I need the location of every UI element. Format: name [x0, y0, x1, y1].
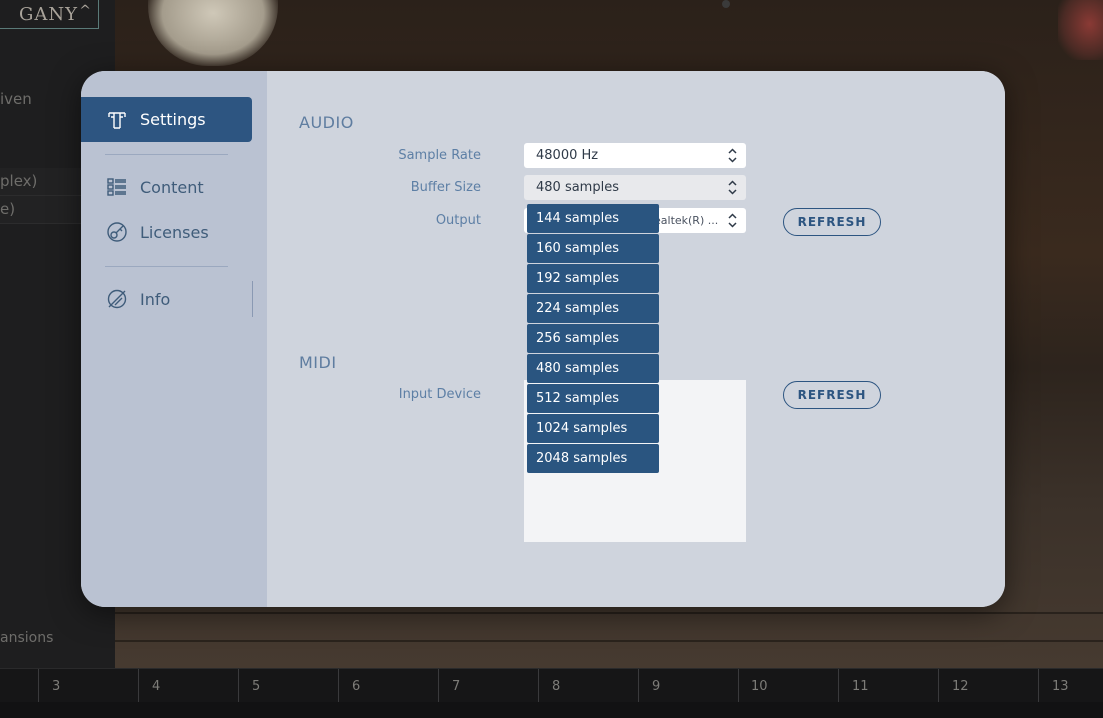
sidebar-item-info[interactable]: Info: [106, 288, 170, 310]
dropdown-option[interactable]: 192 samples: [527, 264, 659, 293]
background-list-text: iven: [0, 90, 32, 108]
timeline-tick: [338, 669, 339, 703]
timeline-label: 12: [952, 679, 969, 694]
updown-chevron-icon: [728, 148, 737, 163]
chevron-up-icon: ^: [79, 3, 92, 19]
buffer-size-label: Buffer Size: [410, 180, 481, 195]
timeline-label: 5: [252, 679, 261, 694]
timeline-tick: [1038, 669, 1039, 703]
timeline-label: 9: [652, 679, 661, 694]
sidebar-item-settings[interactable]: Settings: [81, 97, 252, 142]
timeline-tick: [538, 669, 539, 703]
dropdown-option[interactable]: 2048 samples: [527, 444, 659, 473]
midi-section-title: MIDI: [299, 353, 337, 372]
sample-rate-select[interactable]: 48000 Hz: [524, 143, 746, 168]
output-value: ealtek(R) ...: [654, 214, 719, 227]
buffer-size-value: 480 samples: [536, 180, 619, 195]
timeline-tick: [238, 669, 239, 703]
dropdown-option[interactable]: 224 samples: [527, 294, 659, 323]
timeline-label: 6: [352, 679, 361, 694]
audio-section-title: AUDIO: [299, 113, 354, 132]
sidebar-item-licenses[interactable]: Licenses: [106, 221, 209, 243]
timeline-label: 4: [152, 679, 161, 694]
timeline-tick: [438, 669, 439, 703]
licenses-icon: [106, 221, 128, 243]
sidebar-item-label: Settings: [140, 110, 206, 129]
timeline-tick: [138, 669, 139, 703]
sidebar-divider: [105, 154, 228, 155]
settings-content: AUDIO Sample Rate 48000 Hz Buffer Size 4…: [267, 71, 1005, 607]
timeline-tick: [638, 669, 639, 703]
dropdown-option[interactable]: 160 samples: [527, 234, 659, 263]
input-device-label: Input Device: [398, 387, 481, 402]
sidebar-item-label: Licenses: [140, 222, 209, 242]
sidebar-divider-vertical: [252, 281, 253, 317]
dropdown-option[interactable]: 480 samples: [527, 354, 659, 383]
settings-dialog: Settings Content Licenses Info AUDIO Sam…: [81, 71, 1005, 607]
background-knob: [722, 0, 730, 8]
background-decoration: [1058, 0, 1103, 60]
output-label: Output: [435, 213, 481, 228]
timeline-label: 13: [1052, 679, 1069, 694]
settings-sidebar: Settings Content Licenses Info: [81, 71, 267, 607]
background-list-text: ansions: [0, 630, 54, 646]
buffer-size-select[interactable]: 480 samples: [524, 175, 746, 200]
timeline-track: [0, 702, 1103, 718]
audio-refresh-button[interactable]: REFRESH: [783, 208, 881, 236]
midi-refresh-button[interactable]: REFRESH: [783, 381, 881, 409]
background-list-text: plex): [0, 172, 38, 190]
dropdown-option[interactable]: 512 samples: [527, 384, 659, 413]
preset-selector[interactable]: GANY ^: [0, 0, 99, 29]
floor-plank-line: [115, 612, 1103, 614]
timeline-label: 3: [52, 679, 61, 694]
info-icon: [106, 288, 128, 310]
sidebar-item-label: Content: [140, 177, 204, 197]
timeline-tick: [738, 669, 739, 703]
floor-plank-line: [115, 640, 1103, 642]
preset-name: GANY: [18, 3, 78, 25]
sidebar-item-label: Info: [140, 289, 171, 309]
timeline-label: 11: [852, 679, 869, 694]
sample-rate-value: 48000 Hz: [536, 148, 599, 163]
dropdown-option[interactable]: 1024 samples: [527, 414, 659, 443]
timeline-label: 8: [552, 679, 561, 694]
updown-chevron-icon: [728, 213, 737, 228]
updown-chevron-icon: [728, 180, 737, 195]
sample-rate-label: Sample Rate: [398, 148, 481, 163]
timeline-label: 7: [452, 679, 461, 694]
dropdown-option[interactable]: 256 samples: [527, 324, 659, 353]
timeline-tick: [938, 669, 939, 703]
content-icon: [106, 176, 128, 198]
timeline-tick: [838, 669, 839, 703]
sidebar-divider: [105, 266, 228, 267]
background-list-text: e): [0, 200, 16, 218]
sidebar-item-content[interactable]: Content: [106, 176, 204, 198]
buffer-size-dropdown: 144 samples 160 samples 192 samples 224 …: [527, 204, 659, 474]
dropdown-option[interactable]: 144 samples: [527, 204, 659, 233]
timeline-tick: [38, 669, 39, 703]
settings-icon: [106, 109, 128, 131]
timeline-label: 10: [751, 679, 768, 694]
